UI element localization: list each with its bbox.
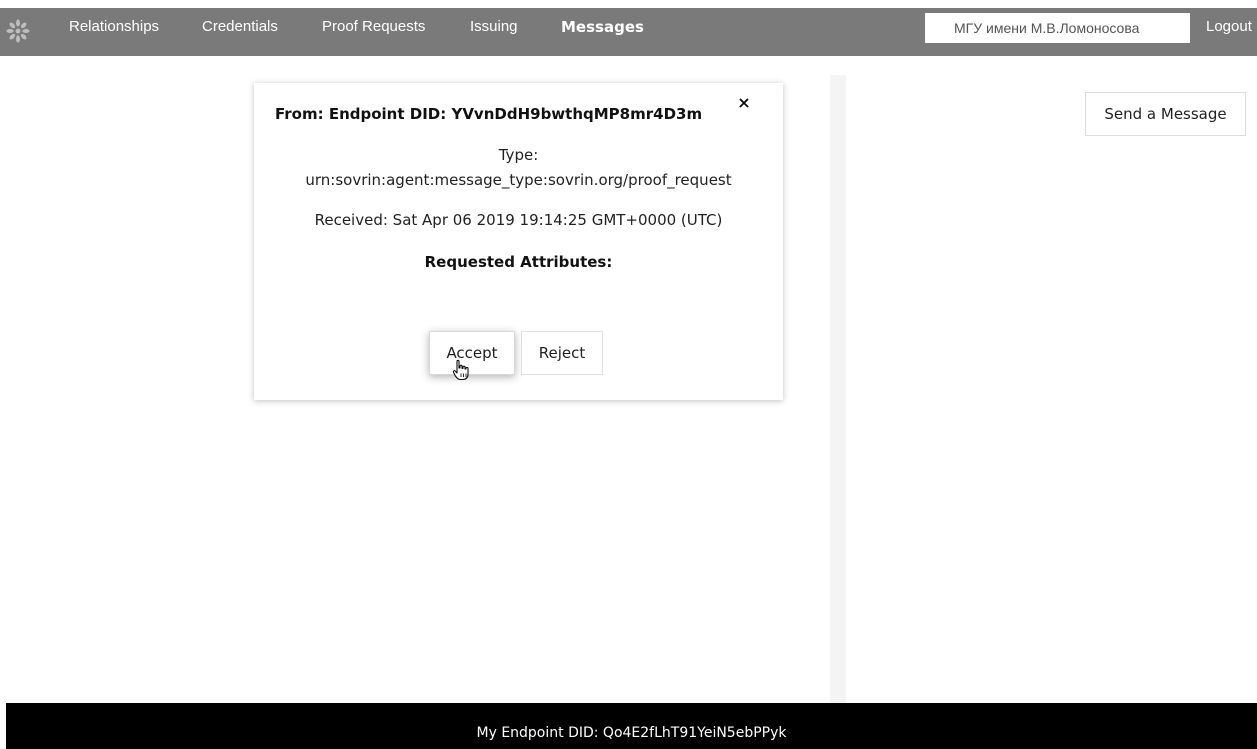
nav-messages[interactable]: Messages: [561, 8, 644, 56]
nav-relationships[interactable]: Relationships: [69, 8, 159, 56]
message-card: From: Endpoint DID: YVvnDdH9bwthqMP8mr4D…: [254, 83, 783, 400]
nav-credentials[interactable]: Credentials: [202, 8, 278, 56]
logout-link[interactable]: Logout: [1206, 8, 1252, 56]
message-type-label: Type:: [498, 146, 539, 164]
send-message-button[interactable]: Send a Message: [1085, 92, 1246, 136]
top-nav-bar: Relationships Credentials Proof Requests…: [0, 8, 1257, 56]
app-page: Relationships Credentials Proof Requests…: [0, 0, 1257, 749]
close-icon[interactable]: ×: [737, 95, 751, 111]
my-endpoint-did: My Endpoint DID: Qo4E2fLhT91YeiN5ebPPyk: [476, 725, 787, 741]
message-type-value: urn:sovrin:agent:message_type:sovrin.org…: [305, 171, 732, 189]
hand-cursor-icon: [452, 359, 469, 381]
message-received-time: Received: Sat Apr 06 2019 19:14:25 GMT+0…: [314, 211, 723, 229]
organization-field[interactable]: [925, 13, 1190, 43]
column-divider: [830, 75, 846, 703]
accept-button[interactable]: Accept: [429, 331, 515, 375]
footer-bar: My Endpoint DID: Qo4E2fLhT91YeiN5ebPPyk: [6, 703, 1257, 749]
nav-proof-requests[interactable]: Proof Requests: [322, 8, 425, 56]
nav-issuing[interactable]: Issuing: [470, 8, 518, 56]
requested-attributes-heading: Requested Attributes:: [424, 253, 613, 271]
message-sender: From: Endpoint DID: YVvnDdH9bwthqMP8mr4D…: [275, 105, 703, 123]
reject-button[interactable]: Reject: [521, 331, 603, 375]
flower-logo-icon[interactable]: [5, 18, 31, 44]
